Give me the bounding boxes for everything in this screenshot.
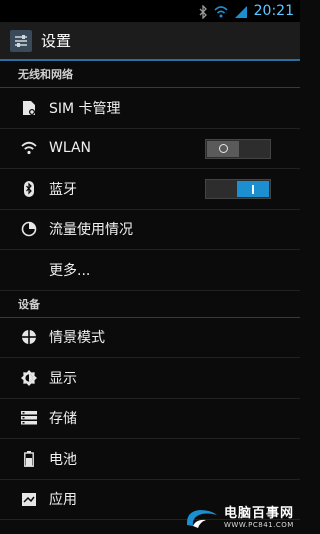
settings-item-battery[interactable]: 电池	[0, 439, 300, 480]
settings-item-label: WLAN	[49, 140, 92, 157]
settings-item-label: SIM 卡管理	[49, 100, 121, 117]
battery-icon	[21, 450, 37, 467]
profiles-icon	[21, 329, 37, 345]
settings-item-label: 电池	[49, 451, 77, 468]
sim-card-icon	[21, 100, 37, 116]
signal-status-icon	[234, 4, 248, 18]
settings-item-label: 流量使用情况	[49, 222, 133, 239]
bluetooth-icon	[21, 180, 37, 197]
watermark-text: 电脑百事网 WWW.PC841.COM	[224, 507, 294, 529]
brightness-icon	[21, 369, 37, 386]
status-bar: 20:21	[0, 0, 300, 22]
page-title: 设置	[41, 32, 72, 50]
settings-item-sim[interactable]: SIM 卡管理	[0, 88, 300, 129]
toggle-knob	[237, 181, 269, 197]
settings-item-bluetooth[interactable]: 蓝牙	[0, 169, 300, 210]
toggle-on-icon	[252, 184, 254, 194]
settings-item-label: 更多...	[49, 262, 91, 279]
settings-item-label: 显示	[49, 370, 77, 387]
wlan-toggle[interactable]	[205, 138, 271, 159]
settings-app-icon[interactable]	[10, 29, 32, 52]
wifi-icon	[21, 140, 37, 156]
settings-item-label: 情景模式	[49, 330, 105, 347]
storage-icon	[21, 410, 37, 426]
watermark-logo-icon	[184, 506, 220, 530]
data-usage-icon	[21, 221, 37, 237]
watermark-title: 电脑百事网	[223, 506, 294, 521]
settings-item-more[interactable]: 更多...	[0, 250, 300, 291]
status-time: 20:21	[253, 3, 294, 19]
settings-item-label: 蓝牙	[49, 181, 77, 198]
section-header-wireless: 无线和网络	[0, 61, 300, 88]
bluetooth-status-icon	[198, 4, 208, 20]
section-header-device: 设备	[0, 291, 300, 318]
settings-item-data-usage[interactable]: 流量使用情况	[0, 210, 300, 250]
settings-item-profiles[interactable]: 情景模式	[0, 318, 300, 358]
toggle-off-icon	[218, 144, 228, 153]
settings-item-wlan[interactable]: WLAN	[0, 129, 300, 169]
wifi-status-icon	[214, 4, 228, 18]
apps-icon	[21, 491, 37, 507]
toggle-knob	[207, 140, 239, 157]
settings-item-label: 应用	[49, 492, 77, 509]
action-bar: 设置	[0, 22, 300, 61]
settings-item-storage[interactable]: 存储	[0, 399, 300, 439]
bluetooth-toggle[interactable]	[205, 179, 271, 199]
settings-list: 无线和网络 SIM 卡管理 WLAN 蓝牙 流量使用情况 更多... 设备 情景…	[0, 61, 300, 520]
settings-item-display[interactable]: 显示	[0, 358, 300, 399]
settings-item-label: 存储	[49, 411, 77, 428]
watermark-url: WWW.PC841.COM	[223, 521, 294, 529]
site-watermark: 电脑百事网 WWW.PC841.COM	[184, 506, 294, 530]
